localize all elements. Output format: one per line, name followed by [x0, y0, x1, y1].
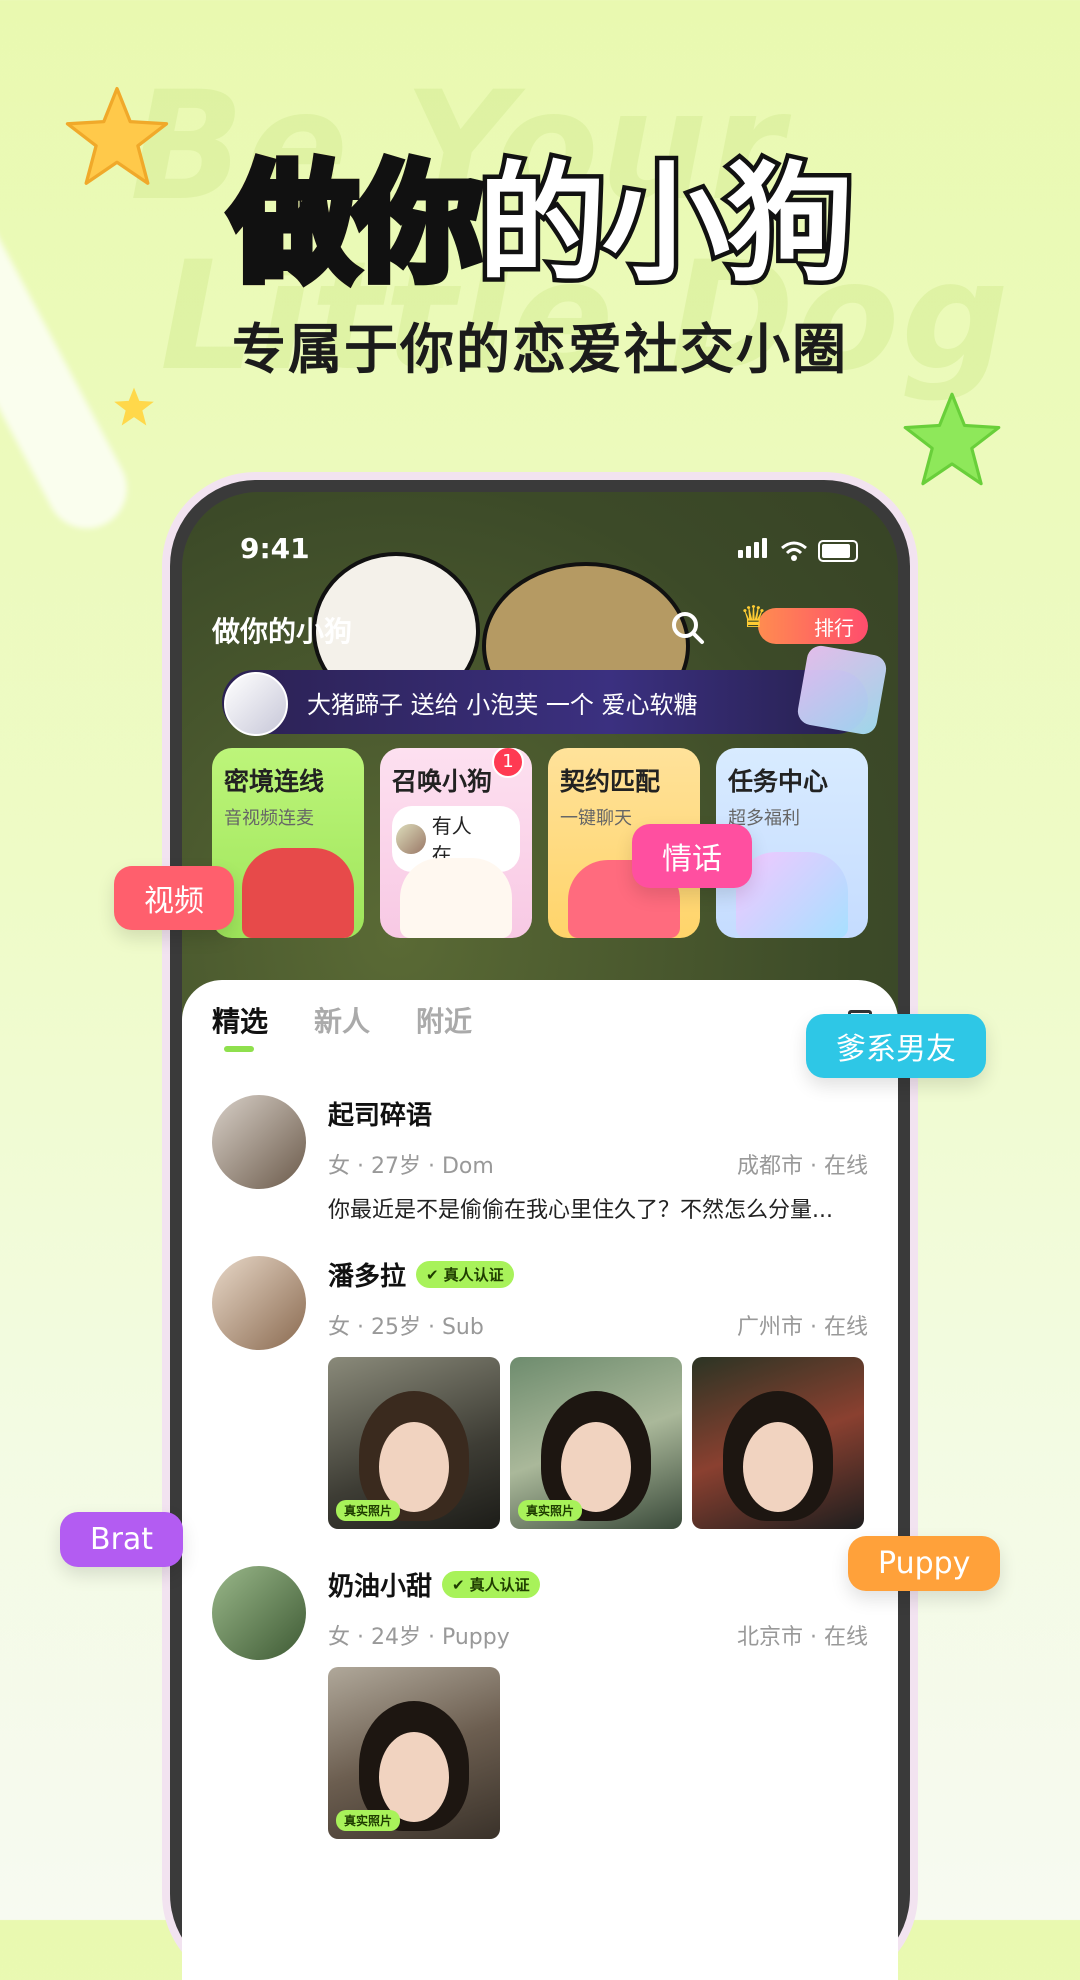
photo[interactable]: 真实照片	[328, 1357, 500, 1529]
verified-badge: ✔ 真人认证	[442, 1571, 540, 1598]
user-meta: 女 · 27岁 · Dom 成都市 · 在线	[328, 1148, 868, 1180]
post-body: 起司碎语 女 · 27岁 · Dom 成都市 · 在线 你最近是不是偷偷在我心里…	[328, 1095, 868, 1224]
photo[interactable]: 真实照片	[510, 1357, 682, 1529]
tag-bubble-love-words: 情话	[632, 824, 752, 888]
list-item[interactable]: 奶油小甜 ✔ 真人认证 女 · 24岁 · Puppy 北京市 · 在线 真实照片	[212, 1566, 868, 1839]
user-name: 起司碎语	[328, 1095, 868, 1132]
hero-subtitle: 专属于你的恋爱社交小圈	[232, 318, 848, 381]
photo-face	[743, 1422, 813, 1513]
search-icon[interactable]	[668, 608, 708, 648]
phone-frame: 9:41 做你的小狗 ♛ 排行 大猪蹄子 送给 小泡芙 一个 爱心软糖 密境连线…	[170, 480, 910, 1980]
photo[interactable]	[692, 1357, 864, 1529]
user-location: 广州市 · 在线	[737, 1315, 868, 1340]
card-secret-connect[interactable]: 密境连线 音视频连麦	[212, 748, 364, 938]
photo-grid: 真实照片 真实照片	[328, 1357, 868, 1529]
crown-icon: ♛	[740, 600, 767, 635]
avatar	[224, 672, 288, 736]
user-meta-text: 女 · 24岁 · Puppy	[328, 1625, 510, 1650]
card-title: 密境连线	[224, 767, 325, 796]
phone-screen: 9:41 做你的小狗 ♛ 排行 大猪蹄子 送给 小泡芙 一个 爱心软糖 密境连线…	[182, 492, 898, 1980]
wifi-icon	[781, 541, 807, 561]
gift-banner[interactable]: 大猪蹄子 送给 小泡芙 一个 爱心软糖	[222, 643, 889, 737]
status-bar: 9:41	[240, 532, 858, 572]
photo[interactable]: 真实照片	[328, 1667, 500, 1839]
hero-title-rest: 的小狗	[473, 146, 858, 304]
app-bar: 做你的小狗 ♛ 排行	[212, 600, 868, 652]
check-circle-icon: ✔	[452, 1575, 465, 1594]
tab-nearby[interactable]: 附近	[416, 1000, 472, 1040]
list-item[interactable]: 起司碎语 女 · 27岁 · Dom 成都市 · 在线 你最近是不是偷偷在我心里…	[212, 1095, 868, 1225]
tab-featured[interactable]: 精选	[212, 1000, 268, 1040]
photo-face	[379, 1422, 449, 1513]
feature-cards: 密境连线 音视频连麦 召唤小狗 1 有人在... 契约匹配 一键聊天 任务中心	[212, 748, 868, 938]
real-photo-tag: 真实照片	[336, 1500, 401, 1521]
photo-face	[379, 1732, 449, 1823]
tab-new[interactable]: 新人	[314, 1000, 370, 1040]
tag-bubble-video: 视频	[114, 866, 234, 930]
verified-text: 真人认证	[443, 1266, 504, 1284]
card-title: 契约匹配	[560, 767, 661, 796]
verified-text: 真人认证	[469, 1576, 530, 1594]
hero-title: 做你的小狗	[0, 120, 1080, 305]
check-circle-icon: ✔	[426, 1265, 439, 1284]
tag-bubble-brat: Brat	[60, 1512, 184, 1567]
user-meta: 女 · 24岁 · Puppy 北京市 · 在线	[328, 1619, 868, 1651]
gift-illustration	[736, 852, 848, 938]
post-body: 潘多拉 ✔ 真人认证 女 · 25岁 · Sub 广州市 · 在线 真实照片 真实…	[328, 1256, 868, 1529]
card-subtitle: 超多福利	[728, 808, 800, 829]
user-name-text: 奶油小甜	[328, 1572, 433, 1602]
status-time: 9:41	[240, 532, 310, 565]
avatar	[212, 1566, 306, 1660]
puppy-illustration	[400, 858, 512, 938]
user-name: 潘多拉 ✔ 真人认证	[328, 1256, 868, 1293]
tag-bubble-puppy: Puppy	[848, 1536, 1001, 1591]
photo-face	[561, 1422, 631, 1513]
rank-label: 排行	[814, 615, 854, 640]
user-meta: 女 · 25岁 · Sub 广州市 · 在线	[328, 1309, 868, 1341]
tab-indicator	[224, 1046, 254, 1052]
user-meta-text: 女 · 27岁 · Dom	[328, 1154, 494, 1179]
tv-illustration	[242, 848, 354, 938]
rank-button[interactable]: ♛ 排行	[740, 600, 868, 644]
card-subtitle: 音视频连麦	[224, 808, 314, 829]
feed-tabs: 精选 新人 附近	[212, 1000, 472, 1052]
feed-sheet: 精选 新人 附近 起司碎语 女 · 27岁 · Dom 成都市 · 在线 你最近…	[182, 980, 898, 1980]
user-meta-text: 女 · 25岁 · Sub	[328, 1315, 484, 1340]
signal-icon	[738, 538, 770, 562]
gift-banner-text: 大猪蹄子 送给 小泡芙 一个 爱心软糖	[307, 690, 698, 719]
app-title: 做你的小狗	[212, 615, 353, 648]
hero-title-gradient: 做你	[225, 146, 486, 304]
card-title: 任务中心	[728, 767, 829, 796]
gift-box-icon	[795, 643, 889, 737]
battery-icon	[818, 540, 858, 562]
verified-badge: ✔ 真人认证	[416, 1261, 514, 1288]
user-name: 奶油小甜 ✔ 真人认证	[328, 1566, 868, 1603]
avatar	[212, 1095, 306, 1189]
star-icon	[114, 387, 154, 426]
user-location: 北京市 · 在线	[737, 1625, 868, 1650]
post-body: 奶油小甜 ✔ 真人认证 女 · 24岁 · Puppy 北京市 · 在线 真实照片	[328, 1566, 868, 1839]
user-name-text: 起司碎语	[328, 1101, 433, 1131]
status-icons	[738, 538, 858, 562]
avatar	[212, 1256, 306, 1350]
user-location: 成都市 · 在线	[737, 1154, 868, 1179]
photo-grid: 真实照片	[328, 1667, 868, 1839]
real-photo-tag: 真实照片	[518, 1500, 583, 1521]
list-item[interactable]: 潘多拉 ✔ 真人认证 女 · 25岁 · Sub 广州市 · 在线 真实照片 真实…	[212, 1256, 868, 1529]
post-message: 你最近是不是偷偷在我心里住久了？不然怎么分量...	[328, 1198, 833, 1223]
user-name-text: 潘多拉	[328, 1262, 407, 1292]
tag-bubble-daddy: 爹系男友	[806, 1014, 986, 1078]
star-icon	[903, 392, 1001, 486]
card-summon-puppy[interactable]: 召唤小狗 1 有人在...	[380, 748, 532, 938]
real-photo-tag: 真实照片	[336, 1810, 401, 1831]
avatar	[396, 824, 426, 854]
